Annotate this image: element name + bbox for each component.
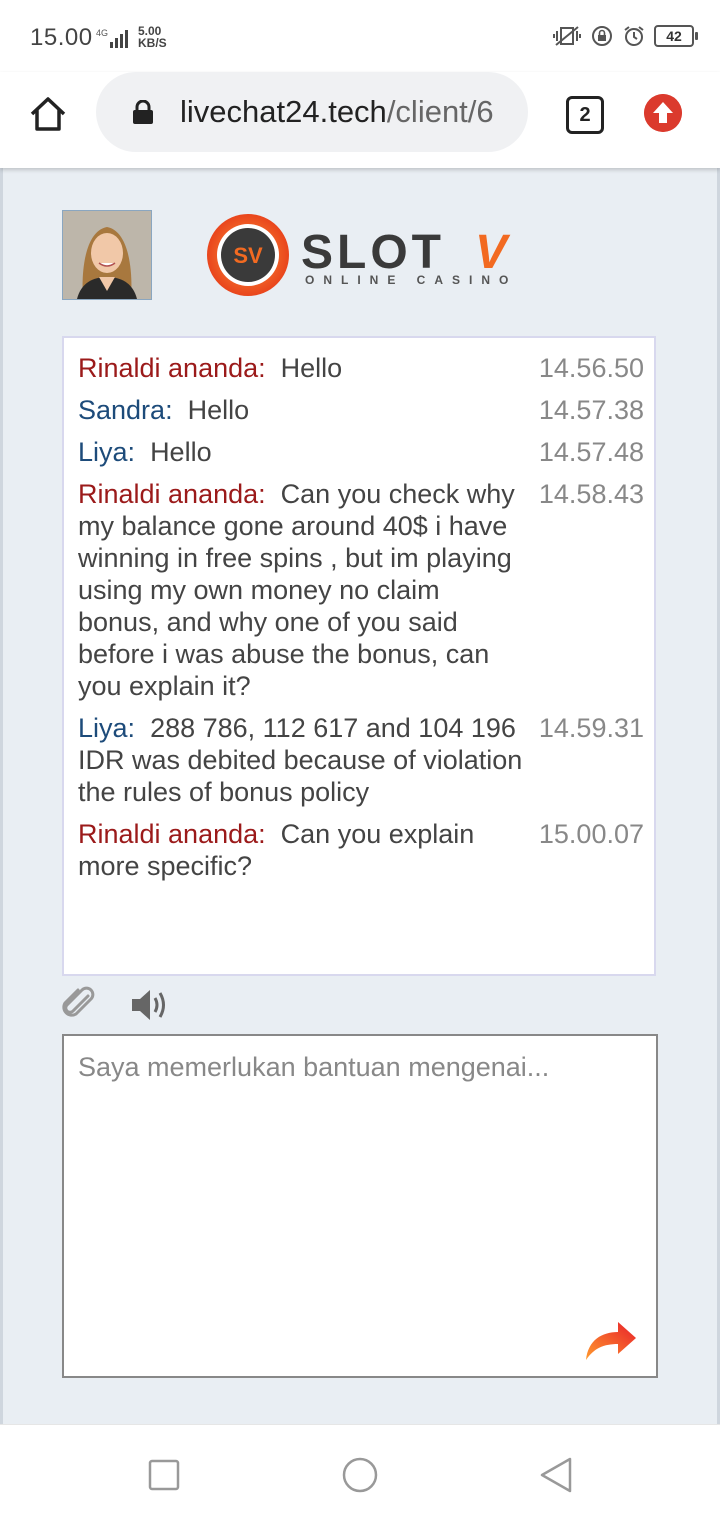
logo-tagline: ONLINE CASINO <box>305 273 517 287</box>
message-text: Hello <box>280 353 343 383</box>
chat-message: Liya: 288 786, 112 617 and 104 196 IDR w… <box>78 712 644 808</box>
chat-message: Sandra: Hello 14.57.38 <box>78 394 644 426</box>
sender-name: Rinaldi ananda: <box>78 819 266 849</box>
logo-badge: SV <box>233 243 263 268</box>
message-time: 14.56.50 <box>538 353 644 383</box>
sender-name: Liya: <box>78 713 136 743</box>
message-text: 288 786, 112 617 and 104 196 IDR was deb… <box>78 713 523 807</box>
tab-switcher-button[interactable]: 2 <box>566 96 604 134</box>
status-time: 15.00 <box>30 24 93 51</box>
status-icons: 42 <box>552 24 698 48</box>
message-body: Rinaldi ananda: Hello <box>78 352 523 384</box>
message-time: 14.59.31 <box>538 713 644 743</box>
battery-indicator: 42 <box>654 25 698 47</box>
chat-transcript: Rinaldi ananda: Hello 14.56.50 Sandra: H… <box>62 336 656 976</box>
message-composer <box>62 1034 658 1378</box>
agent-avatar <box>62 210 152 300</box>
message-body: Rinaldi ananda: Can you check why my bal… <box>78 478 523 702</box>
status-bar: 15.00 4G 5.00 KB/S 42 <box>0 0 720 72</box>
speaker-icon[interactable] <box>130 988 168 1022</box>
home-nav-icon[interactable] <box>340 1455 380 1495</box>
send-arrow-icon[interactable] <box>584 1316 638 1362</box>
vibrate-icon <box>553 26 581 46</box>
chat-message: Rinaldi ananda: Hello 14.56.50 <box>78 352 644 384</box>
message-body: Sandra: Hello <box>78 394 523 426</box>
recent-apps-icon[interactable] <box>144 1455 184 1495</box>
message-body: Liya: Hello <box>78 436 523 468</box>
message-text: Hello <box>150 437 212 467</box>
logo-brand-accent: V <box>475 226 511 279</box>
logo-brand: SLOT <box>301 226 445 279</box>
message-body: Liya: 288 786, 112 617 and 104 196 IDR w… <box>78 712 523 808</box>
chat-message: Liya: Hello 14.57.48 <box>78 436 644 468</box>
lock-icon <box>133 100 153 124</box>
alarm-icon <box>624 26 644 46</box>
update-arrow-icon[interactable] <box>644 94 682 132</box>
chat-message: Rinaldi ananda: Can you check why my bal… <box>78 478 644 702</box>
speed-unit: KB/S <box>138 36 167 50</box>
paperclip-icon[interactable] <box>62 986 96 1022</box>
rotation-lock-icon <box>592 26 612 46</box>
chat-tools <box>62 986 182 1026</box>
message-time: 15.00.07 <box>538 819 644 849</box>
home-icon[interactable] <box>26 92 70 136</box>
sender-name: Liya: <box>78 437 136 467</box>
message-input[interactable] <box>64 1036 656 1376</box>
address-bar[interactable]: livechat24.tech/client/6 <box>96 72 528 152</box>
back-nav-icon[interactable] <box>536 1455 576 1495</box>
message-text: Can you check why my balance gone around… <box>78 479 515 701</box>
message-time: 14.57.38 <box>538 395 644 425</box>
message-text: Hello <box>187 395 250 425</box>
sender-name: Rinaldi ananda: <box>78 479 266 509</box>
browser-toolbar: livechat24.tech/client/6 2 <box>0 72 720 168</box>
message-time: 14.57.48 <box>538 437 644 467</box>
url-text: livechat24.tech/client/6 <box>180 94 494 130</box>
sender-name: Sandra: <box>78 395 173 425</box>
network-speed: 5.00 KB/S <box>138 25 167 49</box>
casino-logo: SV SLOT V ONLINE CASINO <box>207 214 517 296</box>
sender-name: Rinaldi ananda: <box>78 353 266 383</box>
system-nav-bar <box>0 1424 720 1521</box>
network-type: 4G <box>96 28 108 38</box>
message-body: Rinaldi ananda: Can you explain more spe… <box>78 818 523 882</box>
signal-icon: 4G <box>96 28 128 48</box>
url-domain: livechat24.tech <box>180 94 387 129</box>
chat-message: Rinaldi ananda: Can you explain more spe… <box>78 818 644 882</box>
url-path: /client/6 <box>386 94 494 129</box>
message-time: 14.58.43 <box>538 479 644 509</box>
